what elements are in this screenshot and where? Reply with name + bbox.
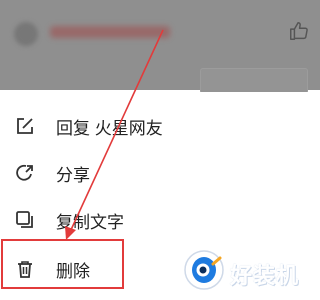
blurred-username: [50, 26, 170, 38]
blurred-input-box: [200, 68, 308, 94]
menu-item-share[interactable]: 分享: [0, 149, 176, 197]
thumbs-up-icon: [290, 22, 308, 40]
edit-icon: [14, 115, 36, 137]
menu-item-reply[interactable]: 回复 火星网友: [0, 102, 176, 150]
copy-icon: [14, 209, 36, 231]
watermark-text: 好装机: [230, 263, 300, 288]
menu-item-copy-text[interactable]: 复制文字: [0, 196, 176, 244]
share-icon: [14, 162, 36, 184]
menu-item-label: 分享: [56, 165, 90, 185]
menu-item-label: 复制文字: [56, 212, 124, 232]
dimmed-background[interactable]: [0, 0, 320, 94]
watermark-logo: 好装机: [182, 246, 318, 296]
avatar: [14, 22, 38, 46]
menu-item-label: 回复 火星网友: [56, 118, 163, 138]
screen: 回复 火星网友 分享 复制文字 删除 好装机: [0, 0, 320, 300]
highlight-box: [1, 239, 124, 289]
eye-logo-icon: [184, 250, 224, 290]
